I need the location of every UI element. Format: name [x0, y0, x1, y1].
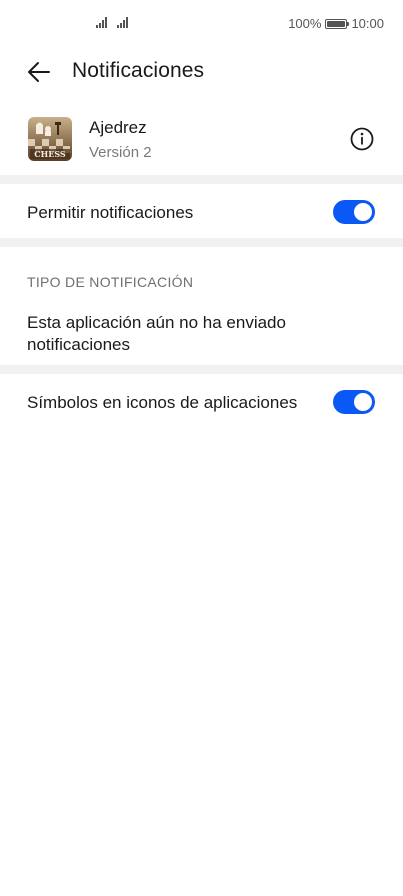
page-title: Notificaciones — [72, 59, 205, 82]
allow-notifications-label: Permitir notificaciones — [27, 203, 194, 222]
badge-icons-toggle[interactable] — [333, 390, 375, 414]
notifications-screen: 100% 10:00 Notificaciones CHESS Ajedrez … — [0, 0, 403, 896]
signal-icon — [96, 16, 107, 28]
app-name: Ajedrez — [89, 118, 147, 137]
info-circle-icon — [350, 127, 374, 151]
badge-icons-label: Símbolos en iconos de aplicaciones — [27, 393, 298, 412]
svg-text:CHESS: CHESS — [34, 149, 66, 159]
battery-icon — [325, 18, 350, 29]
app-version: Versión 2 — [89, 144, 152, 161]
status-bar: 100% 10:00 — [0, 0, 403, 48]
badge-icons-row[interactable]: Símbolos en iconos de aplicaciones — [0, 374, 403, 430]
app-bar: Notificaciones — [0, 48, 403, 98]
back-button[interactable] — [22, 57, 56, 87]
status-right: 100% 10:00 — [288, 16, 384, 31]
section-divider — [0, 238, 403, 247]
signal-indicators — [96, 16, 128, 28]
allow-notifications-toggle[interactable] — [333, 200, 375, 224]
chess-app-icon: CHESS — [28, 117, 72, 161]
arrow-left-icon — [28, 62, 50, 82]
toggle-knob — [354, 393, 372, 411]
battery-percent: 100% — [288, 16, 322, 31]
app-info-button[interactable] — [349, 126, 375, 152]
no-notifications-message: Esta aplicación aún no ha enviado notifi… — [27, 313, 286, 354]
toggle-knob — [354, 203, 372, 221]
clock: 10:00 — [351, 16, 384, 31]
signal-icon — [117, 16, 128, 28]
section-divider — [0, 365, 403, 374]
notification-type-header: TIPO DE NOTIFICACIÓN — [27, 274, 194, 290]
allow-notifications-row[interactable]: Permitir notificaciones — [0, 184, 403, 239]
app-info-row: CHESS Ajedrez Versión 2 — [0, 106, 403, 174]
section-divider — [0, 175, 403, 184]
